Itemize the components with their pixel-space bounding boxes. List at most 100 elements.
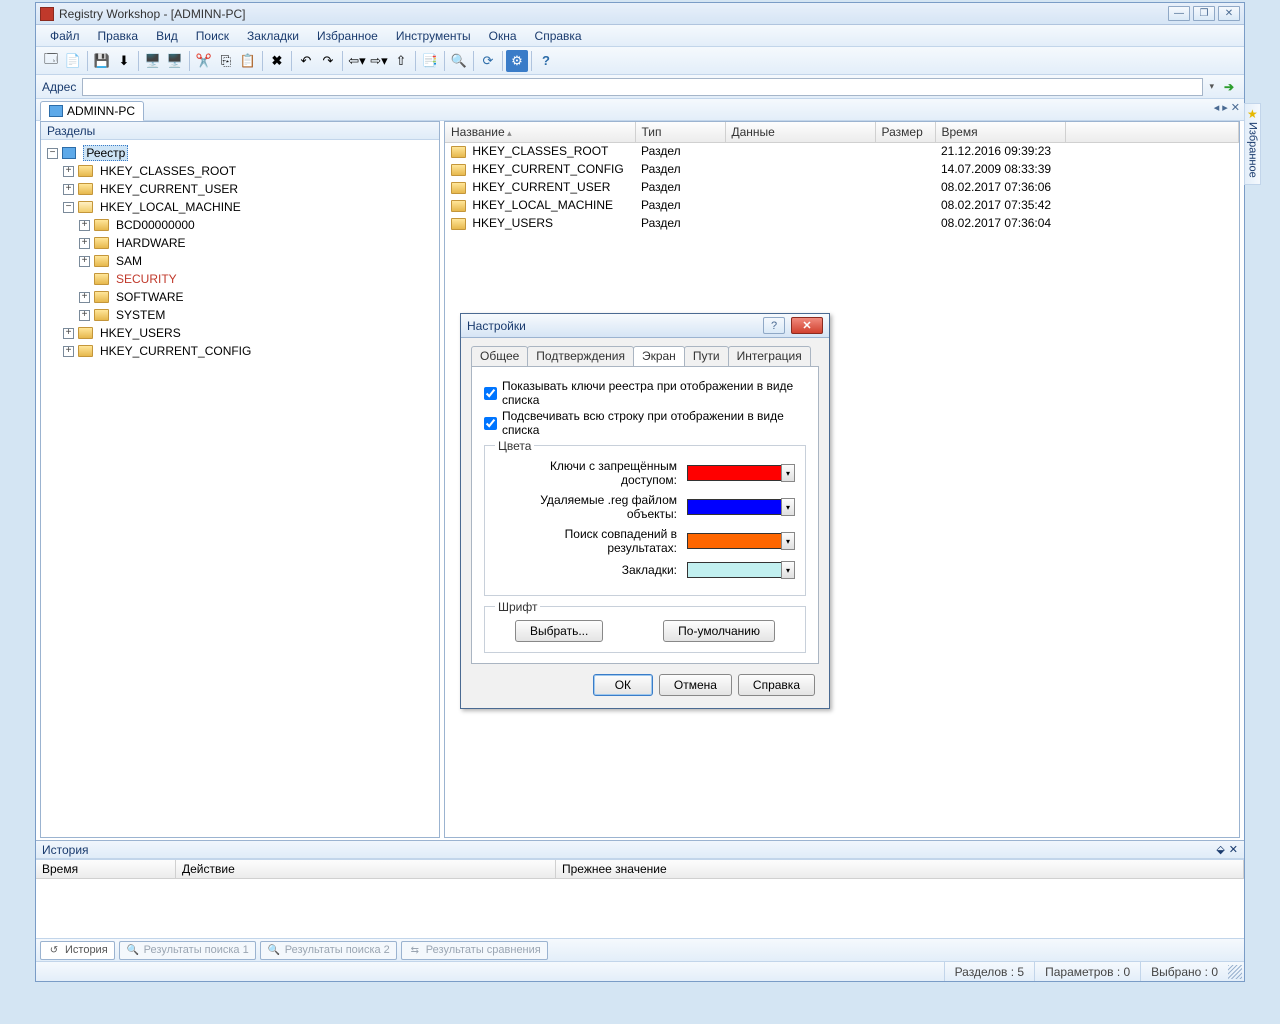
expand-toggle[interactable]: +: [63, 166, 74, 177]
new-window-icon[interactable]: 🗔: [40, 50, 62, 72]
menu-item[interactable]: Инструменты: [388, 26, 479, 46]
minimize-button[interactable]: —: [1168, 6, 1190, 21]
tab-next-icon[interactable]: ▸: [1222, 101, 1228, 114]
refresh-icon[interactable]: ⟳: [477, 50, 499, 72]
bottom-tab-search1[interactable]: 🔍Результаты поиска 1: [119, 941, 256, 960]
history-col-prev[interactable]: Прежнее значение: [556, 860, 1244, 878]
table-row[interactable]: HKEY_CLASSES_ROOTРаздел21.12.2016 09:39:…: [445, 142, 1239, 160]
expand-toggle[interactable]: +: [79, 256, 90, 267]
tree-item[interactable]: BCD00000000: [114, 218, 197, 232]
tree-item[interactable]: HKEY_USERS: [98, 326, 183, 340]
expand-toggle[interactable]: +: [79, 220, 90, 231]
history-close-icon[interactable]: ✕: [1229, 843, 1238, 856]
tab-prev-icon[interactable]: ◂: [1214, 101, 1220, 114]
expand-toggle[interactable]: +: [79, 238, 90, 249]
table-row[interactable]: HKEY_CURRENT_CONFIGРаздел14.07.2009 08:3…: [445, 160, 1239, 178]
history-list[interactable]: [36, 879, 1244, 939]
checkbox-show-keys[interactable]: Показывать ключи реестра при отображении…: [484, 379, 806, 407]
menu-item[interactable]: Файл: [42, 26, 88, 46]
address-dropdown-icon[interactable]: ▾: [1209, 81, 1214, 92]
tree-item[interactable]: HKEY_CURRENT_USER: [98, 182, 240, 196]
tree-item[interactable]: SYSTEM: [114, 308, 167, 322]
ok-button[interactable]: ОК: [593, 674, 653, 696]
expand-toggle[interactable]: +: [63, 184, 74, 195]
document-tab[interactable]: ADMINN-PC: [40, 101, 144, 121]
maximize-button[interactable]: ❐: [1193, 6, 1215, 21]
checkbox-highlight-row[interactable]: Подсвечивать всю строку при отображении …: [484, 409, 806, 437]
close-button[interactable]: ✕: [1218, 6, 1240, 21]
tab-close-icon[interactable]: ✕: [1231, 101, 1240, 114]
help-icon[interactable]: ?: [535, 50, 557, 72]
search-icon[interactable]: 🔍: [448, 50, 470, 72]
back-icon[interactable]: ⇦▾: [346, 50, 368, 72]
paste-icon[interactable]: 📋: [237, 50, 259, 72]
tree-item[interactable]: HKEY_LOCAL_MACHINE: [98, 200, 243, 214]
color-dropdown[interactable]: ▾: [781, 532, 795, 550]
color-swatch-bookmarks[interactable]: [687, 562, 782, 578]
address-input[interactable]: [82, 78, 1203, 96]
col-data[interactable]: Данные: [725, 122, 875, 142]
menu-item[interactable]: Закладки: [239, 26, 307, 46]
forward-icon[interactable]: ⇨▾: [368, 50, 390, 72]
tab-screen[interactable]: Экран: [633, 346, 685, 366]
color-dropdown[interactable]: ▾: [781, 498, 795, 516]
tab-confirmations[interactable]: Подтверждения: [527, 346, 634, 366]
tree-item[interactable]: HARDWARE: [114, 236, 188, 250]
color-dropdown[interactable]: ▾: [781, 464, 795, 482]
redo-icon[interactable]: ↷: [317, 50, 339, 72]
history-col-time[interactable]: Время: [36, 860, 176, 878]
address-go-icon[interactable]: ➔: [1220, 78, 1238, 96]
monitor-remote-icon[interactable]: 🖥️: [164, 50, 186, 72]
tree-root[interactable]: Реестр: [83, 145, 128, 161]
expand-toggle[interactable]: +: [79, 292, 90, 303]
menu-item[interactable]: Справка: [527, 26, 590, 46]
cancel-button[interactable]: Отмена: [659, 674, 732, 696]
expand-toggle[interactable]: +: [79, 310, 90, 321]
col-time[interactable]: Время: [935, 122, 1065, 142]
copy-icon[interactable]: ⎘: [215, 50, 237, 72]
table-row[interactable]: HKEY_CURRENT_USERРаздел08.02.2017 07:36:…: [445, 178, 1239, 196]
tab-general[interactable]: Общее: [471, 346, 528, 366]
undo-icon[interactable]: ↶: [295, 50, 317, 72]
history-col-action[interactable]: Действие: [176, 860, 556, 878]
expand-toggle[interactable]: −: [63, 202, 74, 213]
new-file-icon[interactable]: 📄: [62, 50, 84, 72]
choose-font-button[interactable]: Выбрать...: [515, 620, 603, 642]
menu-item[interactable]: Поиск: [188, 26, 237, 46]
expand-toggle[interactable]: −: [47, 148, 58, 159]
settings-icon[interactable]: ⚙: [506, 50, 528, 72]
save-icon[interactable]: 💾: [91, 50, 113, 72]
color-swatch-search[interactable]: [687, 533, 782, 549]
menu-item[interactable]: Вид: [148, 26, 186, 46]
cut-icon[interactable]: ✂️: [193, 50, 215, 72]
help-button[interactable]: Справка: [738, 674, 815, 696]
bottom-tab-history[interactable]: ↺История: [40, 941, 115, 960]
tree-item[interactable]: SAM: [114, 254, 144, 268]
menu-item[interactable]: Правка: [90, 26, 147, 46]
dialog-close-button[interactable]: ✕: [791, 317, 823, 334]
tab-integration[interactable]: Интеграция: [728, 346, 811, 366]
table-row[interactable]: HKEY_LOCAL_MACHINEРаздел08.02.2017 07:35…: [445, 196, 1239, 214]
monitor-local-icon[interactable]: 🖥️: [142, 50, 164, 72]
registry-tree[interactable]: − Реестр +HKEY_CLASSES_ROOT +HKEY_CURREN…: [41, 140, 439, 837]
dialog-help-button[interactable]: ?: [763, 317, 785, 334]
up-icon[interactable]: ⇧: [390, 50, 412, 72]
bottom-tab-compare[interactable]: ⇆Результаты сравнения: [401, 941, 548, 960]
tab-paths[interactable]: Пути: [684, 346, 729, 366]
default-font-button[interactable]: По-умолчанию: [663, 620, 775, 642]
tree-item[interactable]: SOFTWARE: [114, 290, 186, 304]
color-swatch-deleted[interactable]: [687, 499, 782, 515]
col-type[interactable]: Тип: [635, 122, 725, 142]
menu-item[interactable]: Избранное: [309, 26, 386, 46]
delete-icon[interactable]: ✖: [266, 50, 288, 72]
resize-grip[interactable]: [1228, 965, 1242, 979]
history-pin-icon[interactable]: ⬙: [1216, 843, 1224, 856]
expand-toggle[interactable]: +: [63, 346, 74, 357]
tree-item[interactable]: SECURITY: [114, 272, 179, 286]
expand-toggle[interactable]: +: [63, 328, 74, 339]
col-size[interactable]: Размер: [875, 122, 935, 142]
bookmark-icon[interactable]: 📑: [419, 50, 441, 72]
table-row[interactable]: HKEY_USERSРаздел08.02.2017 07:36:04: [445, 214, 1239, 232]
color-dropdown[interactable]: ▾: [781, 561, 795, 579]
bottom-tab-search2[interactable]: 🔍Результаты поиска 2: [260, 941, 397, 960]
